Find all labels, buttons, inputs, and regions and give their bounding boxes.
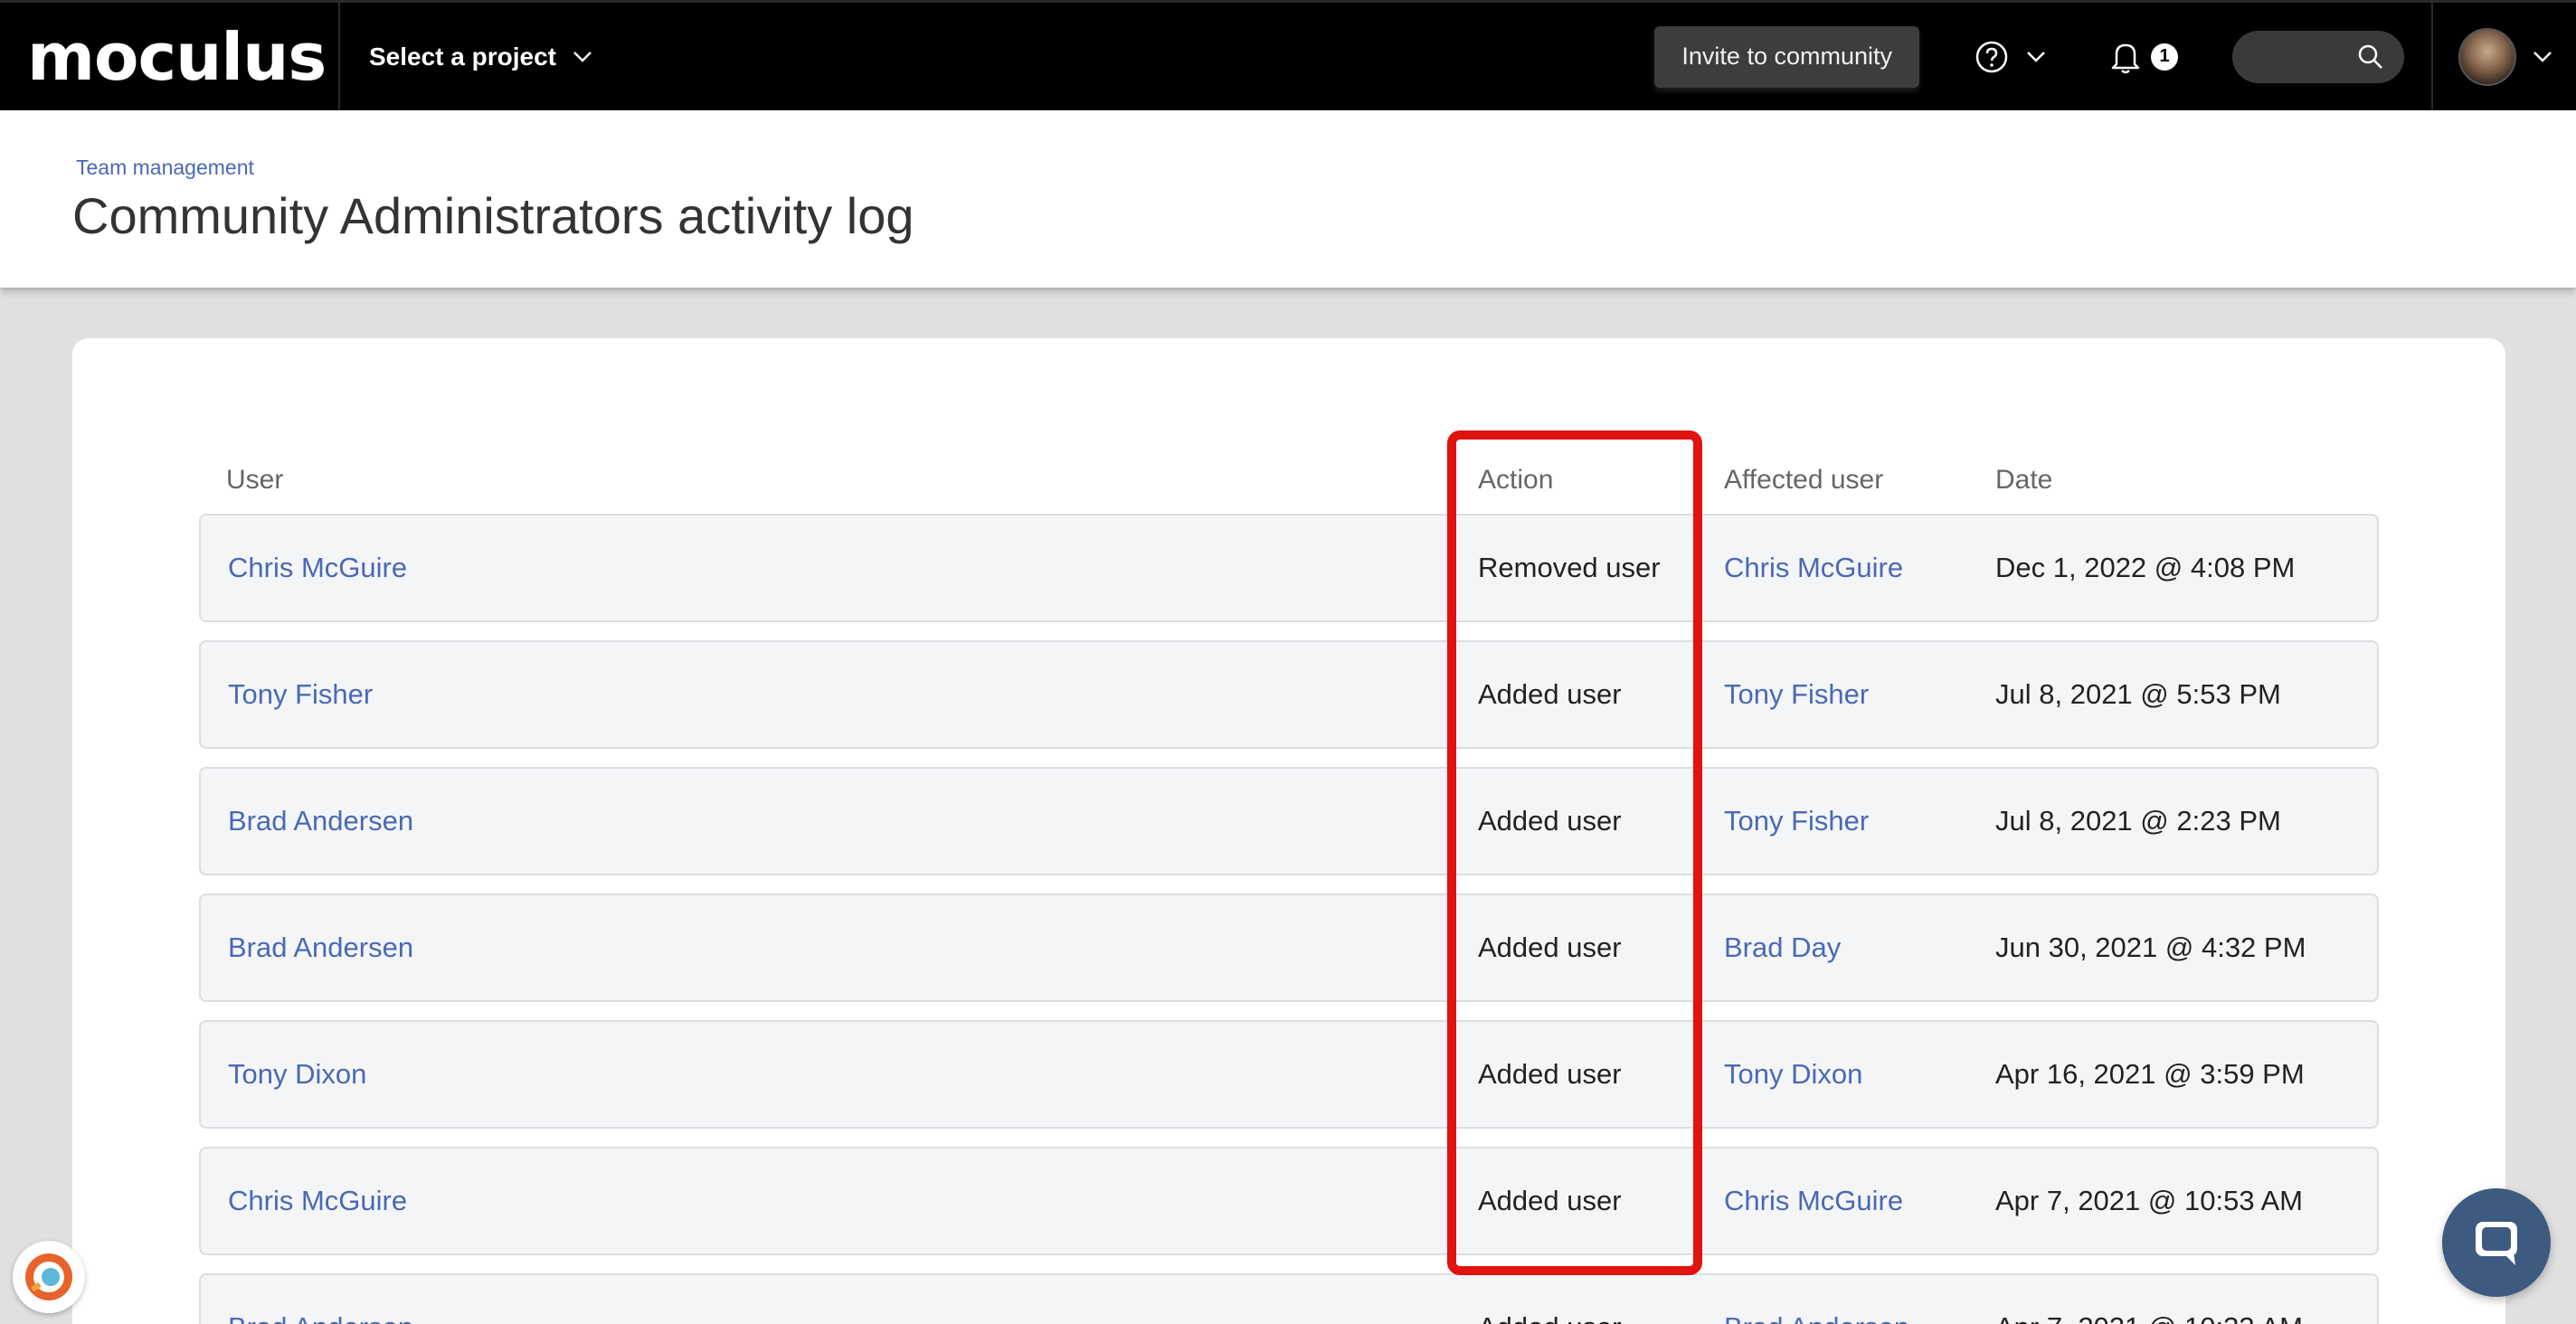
action-cell: Removed user <box>1478 552 1661 583</box>
user-link[interactable]: Tony Fisher <box>228 642 373 747</box>
avatar <box>2458 27 2516 86</box>
affected-user-link[interactable]: Chris McGuire <box>1724 515 1903 620</box>
breadcrumb-team-management[interactable]: Team management <box>76 156 254 180</box>
logo-menu[interactable]: moculus <box>0 3 340 110</box>
table-row: Tony Dixon Added user Tony Dixon Apr 16,… <box>199 1020 2379 1129</box>
action-cell: Added user <box>1478 1275 1622 1324</box>
user-link[interactable]: Brad Andersen <box>228 1275 413 1324</box>
action-cell: Added user <box>1478 678 1622 710</box>
action-cell: Added user <box>1478 932 1622 963</box>
column-header-date: Date <box>1995 465 2053 495</box>
action-cell: Added user <box>1478 805 1622 837</box>
bell-icon <box>2111 43 2140 73</box>
project-select-dropdown[interactable]: Select a project <box>369 43 592 71</box>
assistant-launcher-button[interactable] <box>13 1241 85 1313</box>
page-header: Team management Community Administrators… <box>0 110 2576 288</box>
affected-user-link[interactable]: Tony Dixon <box>1724 1022 1862 1127</box>
app-logo: moculus <box>27 18 327 95</box>
notification-count-badge: 1 <box>2151 43 2178 71</box>
column-header-affected-user: Affected user <box>1724 465 1884 495</box>
affected-user-link[interactable]: Tony Fisher <box>1724 769 1869 874</box>
chat-bubble-icon <box>2476 1222 2517 1265</box>
user-link[interactable]: Chris McGuire <box>228 1149 407 1253</box>
date-cell: Jul 8, 2021 @ 2:23 PM <box>1995 805 2281 837</box>
chevron-down-icon <box>573 51 592 62</box>
table-row: Tony Fisher Added user Tony Fisher Jul 8… <box>199 640 2379 749</box>
user-link[interactable]: Chris McGuire <box>228 515 407 620</box>
affected-user-link[interactable]: Tony Fisher <box>1724 642 1869 747</box>
table-row: Brad Andersen Added user Brad Day Jun 30… <box>199 894 2379 1002</box>
affected-user-link[interactable]: Brad Day <box>1724 895 1841 1000</box>
chevron-down-icon <box>2027 51 2045 62</box>
invite-to-community-button[interactable]: Invite to community <box>1654 25 1919 88</box>
column-header-user: User <box>226 465 284 495</box>
user-link[interactable]: Brad Andersen <box>228 769 413 874</box>
affected-user-link[interactable]: Brad Andersen <box>1724 1275 1909 1324</box>
notifications-button[interactable]: 1 <box>2109 39 2178 75</box>
date-cell: Dec 1, 2022 @ 4:08 PM <box>1995 552 2296 583</box>
user-link[interactable]: Brad Andersen <box>228 895 413 1000</box>
page-title: Community Administrators activity log <box>72 187 914 244</box>
table-row: Chris McGuire Added user Chris McGuire A… <box>199 1147 2379 1255</box>
date-cell: Apr 7, 2021 @ 10:53 AM <box>1995 1185 2303 1216</box>
date-cell: Apr 16, 2021 @ 3:59 PM <box>1995 1058 2305 1090</box>
chat-launcher-button[interactable] <box>2442 1188 2551 1297</box>
user-link[interactable]: Tony Dixon <box>228 1022 366 1127</box>
date-cell: Jun 30, 2021 @ 4:32 PM <box>1995 932 2306 963</box>
assistant-logo-icon <box>25 1253 72 1300</box>
column-header-action: Action <box>1478 465 1554 495</box>
search-icon <box>2358 44 2382 69</box>
affected-user-link[interactable]: Chris McGuire <box>1724 1149 1903 1253</box>
date-cell: Jul 8, 2021 @ 5:53 PM <box>1995 678 2281 710</box>
table-row: Brad Andersen Added user Tony Fisher Jul… <box>199 767 2379 875</box>
action-cell: Added user <box>1478 1058 1622 1090</box>
user-menu[interactable] <box>2431 3 2576 110</box>
top-navigation-bar: moculus Select a project Invite to commu… <box>0 0 2576 110</box>
help-icon <box>1975 41 2008 72</box>
action-cell: Added user <box>1478 1185 1622 1216</box>
chevron-down-icon <box>2533 51 2552 62</box>
activity-log-card: User Action Affected user Date Chris McG… <box>72 338 2505 1324</box>
help-menu[interactable] <box>1974 39 2046 75</box>
table-row: Brad Andersen Added user Brad Andersen A… <box>199 1273 2379 1324</box>
project-select-label: Select a project <box>369 42 556 71</box>
search-input[interactable] <box>2232 30 2404 83</box>
table-row: Chris McGuire Removed user Chris McGuire… <box>199 514 2379 622</box>
date-cell: Apr 7, 2021 @ 10:33 AM <box>1995 1275 2303 1324</box>
